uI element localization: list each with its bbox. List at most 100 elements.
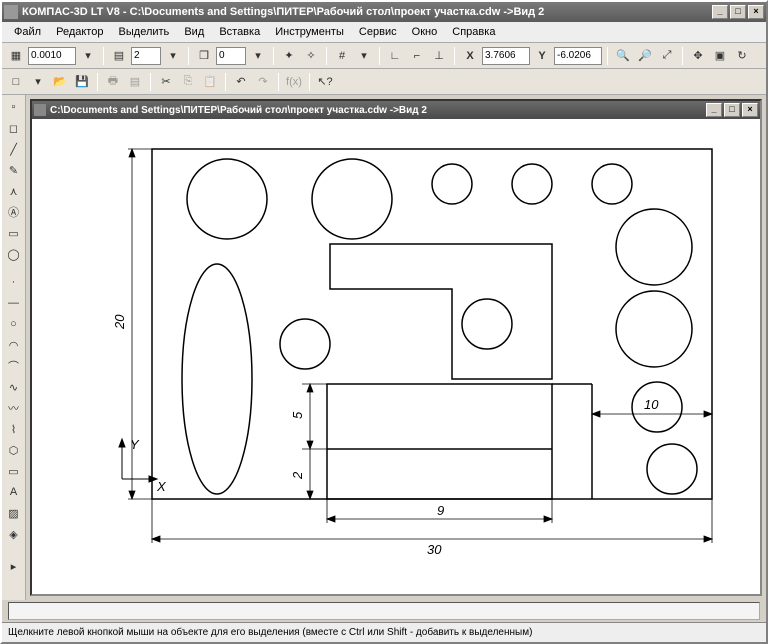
doc-minimize-button[interactable]: _ [706, 103, 722, 117]
dropdown-icon[interactable]: ▾ [354, 46, 374, 66]
drawing-canvas[interactable]: Y X [32, 119, 760, 594]
zoom-in-icon[interactable]: 🔍 [613, 46, 633, 66]
print-icon[interactable]: 🖶 [103, 72, 123, 92]
document-frame: C:\Documents and Settings\ПИТЕР\Рабочий … [30, 99, 762, 596]
main-area: ▫ ◻ ╱ ✎ ⋏ Ⓐ ▭ ◯ · — ○ ◠ ⌒ ∿ 〰 ⌇ ⬡ ▭ A ▨ … [2, 95, 766, 600]
rect2-icon[interactable]: ▭ [4, 461, 24, 481]
menu-view[interactable]: Вид [178, 24, 210, 40]
dropdown-icon[interactable]: ▾ [248, 46, 268, 66]
redo-icon[interactable]: ↷ [253, 72, 273, 92]
hash-icon[interactable]: # [332, 46, 352, 66]
misc-icon[interactable]: ◈ [4, 524, 24, 544]
titlebar: КОМПАС-3D LT V8 - C:\Documents and Setti… [2, 2, 766, 22]
menu-tools[interactable]: Инструменты [269, 24, 350, 40]
hatch-icon[interactable]: ▨ [4, 503, 24, 523]
dropdown-icon[interactable]: ▾ [28, 72, 48, 92]
ortho-icon[interactable]: ⌐ [407, 46, 427, 66]
cad-drawing: Y X [32, 119, 742, 579]
group-input[interactable] [216, 47, 246, 65]
undo-icon[interactable]: ↶ [231, 72, 251, 92]
layer-input[interactable] [131, 47, 161, 65]
status-text: Щелкните левой кнопкой мыши на объекте д… [8, 627, 532, 638]
cut-icon[interactable]: ✂ [156, 72, 176, 92]
doc-close-button[interactable]: × [742, 103, 758, 117]
dim-sub-w: 9 [437, 503, 444, 518]
zoom-out-icon[interactable]: 🔎 [635, 46, 655, 66]
ellipse-icon[interactable]: ◯ [4, 244, 24, 264]
fx-icon[interactable]: f(x) [284, 72, 304, 92]
save-icon[interactable]: 💾 [72, 72, 92, 92]
minimize-button[interactable]: _ [712, 5, 728, 19]
angle-icon[interactable]: ∟ [385, 46, 405, 66]
status-bar: Щелкните левой кнопкой мыши на объекте д… [2, 622, 766, 642]
x-input[interactable] [482, 47, 530, 65]
select-icon[interactable]: ▫ [4, 97, 24, 117]
menu-window[interactable]: Окно [406, 24, 444, 40]
dropdown-icon[interactable]: ▾ [78, 46, 98, 66]
divider-icon[interactable]: ⋏ [4, 181, 24, 201]
snap2-icon[interactable]: ✧ [301, 46, 321, 66]
step-input[interactable] [28, 47, 76, 65]
refresh-icon[interactable]: ↻ [732, 46, 752, 66]
compass-icon[interactable]: Ⓐ [4, 202, 24, 222]
arc-icon[interactable]: ◠ [4, 335, 24, 355]
x-label: X [460, 46, 480, 66]
zoom-fit-icon[interactable]: ⤢ [657, 46, 677, 66]
menu-service[interactable]: Сервис [353, 24, 403, 40]
dim-h: 20 [112, 314, 127, 330]
pan-icon[interactable]: ✥ [688, 46, 708, 66]
frame-icon[interactable]: ▣ [710, 46, 730, 66]
paste-icon[interactable]: 📋 [200, 72, 220, 92]
line2-icon[interactable]: — [4, 293, 24, 313]
dropdown-icon[interactable]: ▾ [163, 46, 183, 66]
close-button[interactable]: × [748, 5, 764, 19]
poly-icon[interactable]: ⬡ [4, 440, 24, 460]
maximize-button[interactable]: □ [730, 5, 746, 19]
toolbar-1: ▦ ▾ ▤ ▾ ❒ ▾ ✦ ✧ # ▾ ∟ ⌐ ⊥ X Y 🔍 🔎 ⤢ ✥ ▣ … [2, 43, 766, 69]
menu-file[interactable]: Файл [8, 24, 47, 40]
spline-icon[interactable]: ∿ [4, 377, 24, 397]
snap1-icon[interactable]: ✦ [279, 46, 299, 66]
perp-icon[interactable]: ⊥ [429, 46, 449, 66]
dim-10: 10 [644, 397, 659, 412]
copy-icon[interactable]: ⎘ [178, 72, 198, 92]
line-icon[interactable]: ╱ [4, 139, 24, 159]
select2-icon[interactable]: ◻ [4, 118, 24, 138]
window-title: КОМПАС-3D LT V8 - C:\Documents and Setti… [22, 6, 544, 18]
menubar: Файл Редактор Выделить Вид Вставка Инстр… [2, 22, 766, 43]
menu-help[interactable]: Справка [446, 24, 501, 40]
left-toolbar: ▫ ◻ ╱ ✎ ⋏ Ⓐ ▭ ◯ · — ○ ◠ ⌒ ∿ 〰 ⌇ ⬡ ▭ A ▨ … [2, 95, 26, 600]
new-icon[interactable]: □ [6, 72, 26, 92]
axis-x-label: X [156, 479, 167, 494]
axis-y-label: Y [130, 437, 140, 452]
preview-icon[interactable]: ▤ [125, 72, 145, 92]
menu-select[interactable]: Выделить [113, 24, 176, 40]
pen-icon[interactable]: ✎ [4, 160, 24, 180]
dim-2: 2 [290, 471, 305, 480]
doc-title: C:\Documents and Settings\ПИТЕР\Рабочий … [50, 105, 427, 116]
wave-icon[interactable]: ⌇ [4, 419, 24, 439]
y-label: Y [532, 46, 552, 66]
command-bar[interactable] [8, 602, 760, 620]
dim-w: 30 [427, 542, 442, 557]
app-icon [4, 5, 18, 19]
doc-maximize-button[interactable]: □ [724, 103, 740, 117]
layers-icon[interactable]: ❒ [194, 46, 214, 66]
toolbar-2: □ ▾ 📂 💾 🖶 ▤ ✂ ⎘ 📋 ↶ ↷ f(x) ↖? [2, 69, 766, 95]
open-icon[interactable]: 📂 [50, 72, 70, 92]
doc-titlebar: C:\Documents and Settings\ПИТЕР\Рабочий … [32, 101, 760, 119]
cursor-icon[interactable]: ↖? [315, 72, 335, 92]
text-icon[interactable]: A [4, 482, 24, 502]
circle-icon[interactable]: ○ [4, 314, 24, 334]
menu-insert[interactable]: Вставка [213, 24, 266, 40]
rect-icon[interactable]: ▭ [4, 223, 24, 243]
panel-icon[interactable]: ▸ [4, 556, 24, 576]
point-icon[interactable]: · [4, 272, 24, 292]
arc2-icon[interactable]: ⌒ [4, 356, 24, 376]
y-input[interactable] [554, 47, 602, 65]
menu-edit[interactable]: Редактор [50, 24, 109, 40]
curve-icon[interactable]: 〰 [4, 398, 24, 418]
doc-icon [34, 104, 46, 116]
grid-icon[interactable]: ▦ [6, 46, 26, 66]
layer-icon[interactable]: ▤ [109, 46, 129, 66]
